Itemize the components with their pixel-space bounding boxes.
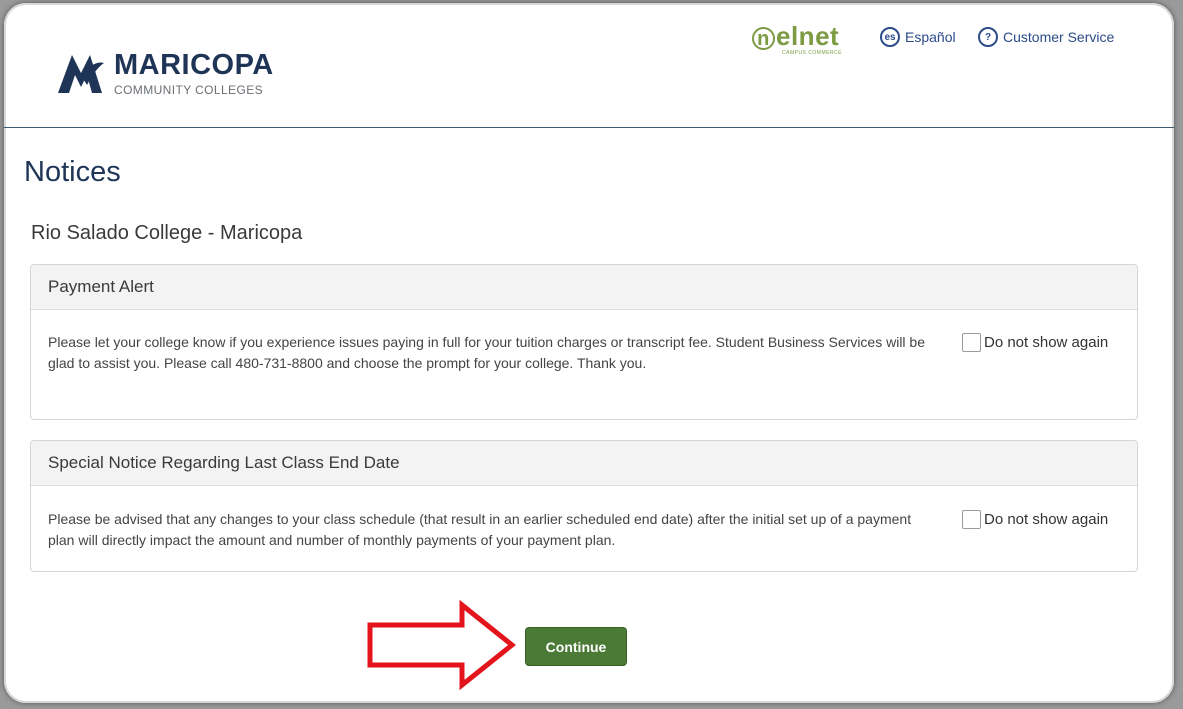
do-not-show-again-label: Do not show again — [984, 511, 1109, 528]
nelnet-logo: n elnet CAMPUS COMMERCE — [752, 23, 842, 56]
do-not-show-again-checkbox[interactable] — [962, 510, 981, 529]
notice-panel-last-class-end-date: Special Notice Regarding Last Class End … — [30, 440, 1138, 572]
page-title: Notices — [24, 156, 121, 188]
language-link[interactable]: es Español — [880, 27, 956, 47]
do-not-show-again-checkbox[interactable] — [962, 333, 981, 352]
browser-frame: MARICOPA COMMUNITY COLLEGES n elnet CAMPU… — [4, 3, 1174, 703]
do-not-show-again-toggle[interactable]: Do not show again — [962, 509, 1108, 530]
do-not-show-again-toggle[interactable]: Do not show again — [962, 332, 1108, 353]
nelnet-n-icon: n — [752, 27, 775, 50]
nelnet-tagline: CAMPUS COMMERCE — [782, 50, 843, 56]
notice-body-container: Please be advised that any changes to yo… — [31, 486, 1137, 571]
nelnet-name: elnet — [776, 21, 840, 51]
customer-service-label: Customer Service — [1003, 29, 1115, 45]
continue-button[interactable]: Continue — [525, 627, 627, 666]
language-label: Español — [905, 29, 956, 45]
notice-heading: Payment Alert — [31, 265, 1137, 310]
notice-heading: Special Notice Regarding Last Class End … — [31, 441, 1137, 486]
language-icon: es — [880, 27, 900, 47]
logo-name: MARICOPA — [114, 48, 274, 81]
notice-body-container: Please let your college know if you expe… — [31, 310, 1137, 419]
site-header: MARICOPA COMMUNITY COLLEGES n elnet CAMPU… — [4, 3, 1174, 128]
logo-subtitle: COMMUNITY COLLEGES — [114, 82, 264, 97]
notice-body: Please be advised that any changes to yo… — [48, 511, 912, 548]
maricopa-logo-icon — [58, 55, 104, 93]
maricopa-logo[interactable]: MARICOPA COMMUNITY COLLEGES — [54, 47, 274, 99]
red-arrow-icon — [367, 599, 517, 691]
notice-panel-payment-alert: Payment Alert Please let your college kn… — [30, 264, 1138, 420]
customer-service-link[interactable]: ? Customer Service — [978, 27, 1114, 47]
institution-name: Rio Salado College - Maricopa — [31, 222, 303, 244]
notice-body: Please let your college know if you expe… — [48, 334, 926, 371]
help-icon: ? — [978, 27, 998, 47]
do-not-show-again-label: Do not show again — [984, 334, 1109, 351]
